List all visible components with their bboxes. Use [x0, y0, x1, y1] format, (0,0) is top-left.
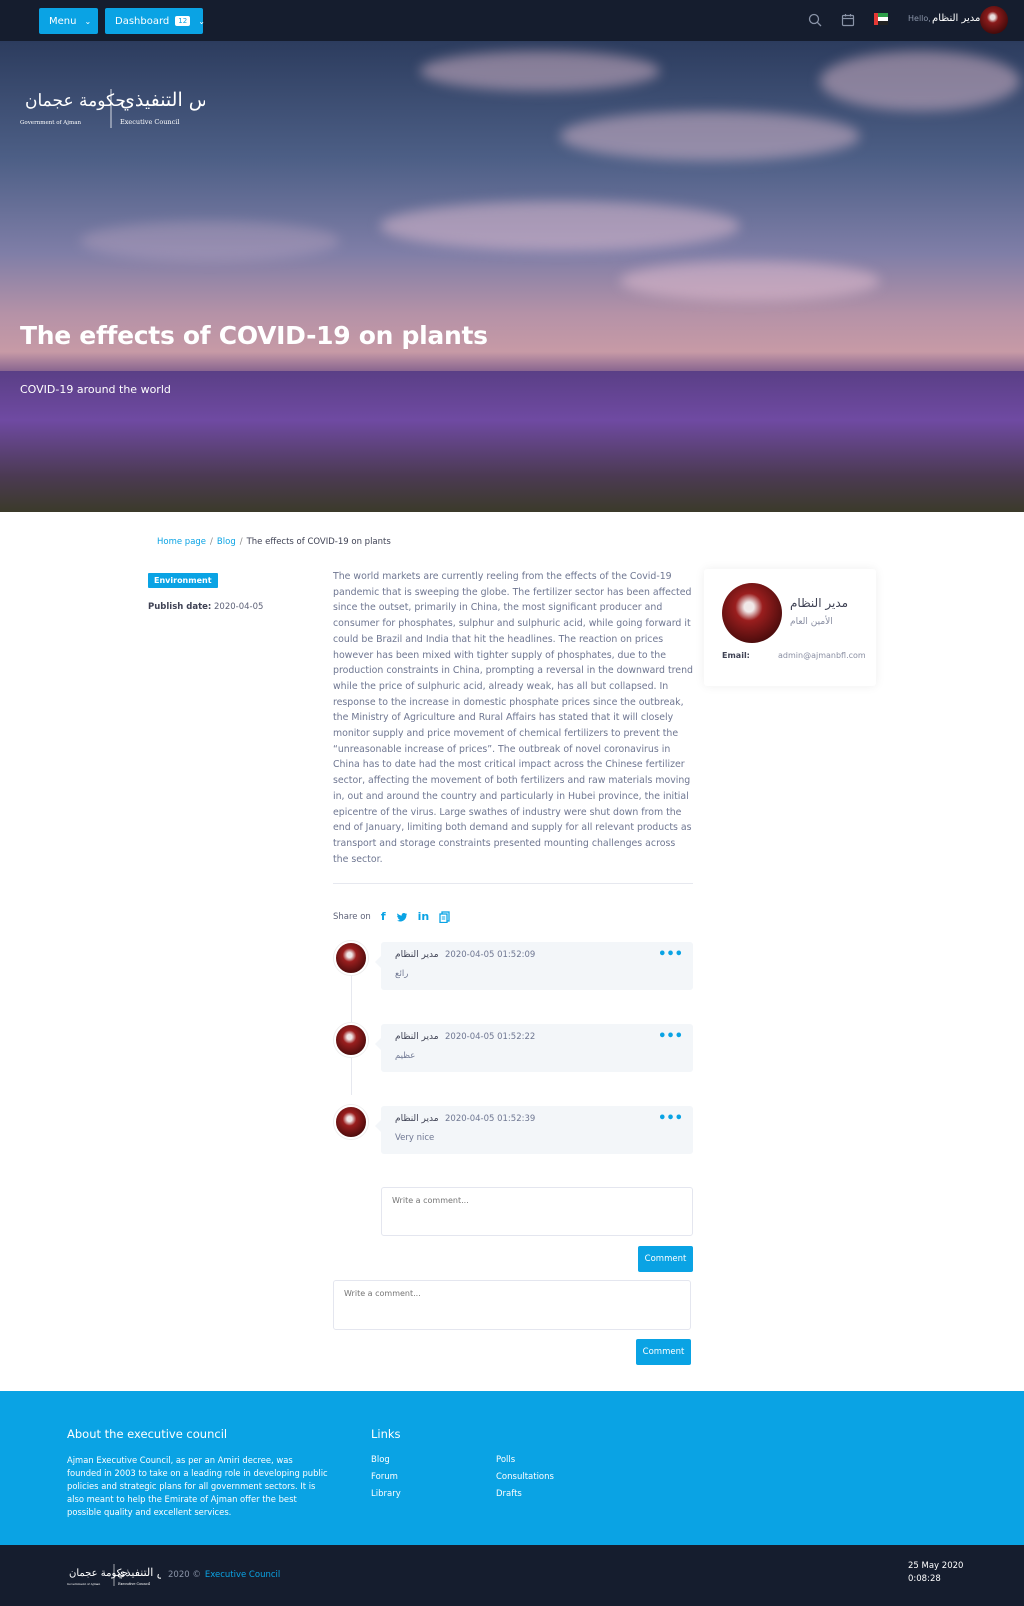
comment-text: رائع [395, 969, 409, 979]
publish-date-value: 2020-04-05 [214, 602, 264, 612]
footer-link-forum[interactable]: Forum [371, 1472, 398, 1482]
svg-text:Government of Ajman: Government of Ajman [67, 1582, 100, 1586]
footer-link-consultations[interactable]: Consultations [496, 1472, 554, 1482]
breadcrumb: Home page / Blog / The effects of COVID-19 o… [157, 537, 391, 547]
bottom-bar: المجلس التنفيذي Executive Council حكومة … [0, 1545, 1024, 1606]
chevron-down-icon: ⌄ [198, 16, 205, 26]
cloud [80, 221, 340, 261]
footer: About the executive council Ajman Execut… [0, 1391, 1024, 1545]
svg-text:المجلس التنفيذي: المجلس التنفيذي [120, 89, 205, 111]
footer-link-polls[interactable]: Polls [496, 1455, 515, 1465]
breadcrumb-separator: / [210, 537, 213, 547]
author-avatar [722, 583, 782, 643]
top-navbar: Menu ⌄ Dashboard 12 ⌄ Hello, مدير النظام [0, 0, 1024, 41]
reply-comment-button[interactable]: Comment [638, 1246, 693, 1272]
user-name[interactable]: مدير النظام [932, 13, 980, 24]
hero-banner: المجلس التنفيذي Executive Council حكومة … [0, 41, 1024, 512]
breadcrumb-blog-link[interactable]: Blog [217, 537, 236, 547]
comment-text: Very nice [395, 1133, 435, 1143]
cloud [380, 201, 740, 251]
comment-date: 2020-04-05 01:52:39 [445, 1114, 536, 1124]
svg-text:حكومة عجمان: حكومة عجمان [69, 1568, 128, 1579]
category-badge[interactable]: Environment [148, 573, 218, 588]
cloud [820, 51, 1020, 111]
svg-text:Government of Ajman: Government of Ajman [20, 120, 81, 126]
page-subtitle: COVID-19 around the world [20, 383, 171, 396]
svg-text:Executive Council: Executive Council [120, 118, 179, 126]
footer-links-title: Links [371, 1427, 401, 1441]
author-card: مدير النظام الأمين العام Email: admin@aj… [704, 569, 876, 686]
footer-time: 0:08:28 [908, 1574, 941, 1584]
footer-date: 25 May 2020 [908, 1561, 964, 1571]
dashboard-button[interactable]: Dashboard 12 ⌄ [105, 8, 205, 34]
breadcrumb-current: The effects of COVID-19 on plants [246, 537, 391, 547]
more-options-icon[interactable]: ••• [658, 947, 683, 962]
svg-text:Executive Council: Executive Council [118, 1582, 151, 1586]
publish-date: Publish date: 2020-04-05 [148, 602, 263, 612]
more-options-icon[interactable]: ••• [658, 1111, 683, 1126]
comment-text: عظيم [395, 1051, 416, 1061]
government-logo: المجلس التنفيذي Executive Council حكومة … [20, 89, 205, 128]
publish-date-label: Publish date: [148, 602, 212, 612]
author-name: مدير النظام [790, 596, 849, 610]
share-bar: Share on f in [333, 910, 450, 923]
email-label: Email: [722, 651, 750, 660]
page-title: The effects of COVID-19 on plants [20, 321, 488, 350]
menu-button[interactable]: Menu ⌄ [39, 8, 98, 34]
chevron-down-icon: ⌄ [84, 16, 92, 26]
reply-comment-input[interactable] [381, 1187, 693, 1236]
breadcrumb-separator: / [239, 537, 243, 547]
comment-item: مدير النظام 2020-04-05 01:52:09 رائع ••• [375, 942, 693, 990]
comment-avatar [334, 1023, 368, 1057]
comment-author: مدير النظام [395, 1114, 439, 1124]
comment-item: مدير النظام 2020-04-05 01:52:22 عظيم ••• [375, 1024, 693, 1072]
svg-text:حكومة عجمان: حكومة عجمان [25, 91, 126, 111]
comment-avatar [334, 1105, 368, 1139]
author-email[interactable]: admin@ajmanbfl.com [778, 651, 866, 660]
user-avatar[interactable] [980, 6, 1008, 34]
dashboard-count-badge: 12 [175, 16, 191, 26]
calendar-icon[interactable] [840, 12, 856, 28]
linkedin-icon[interactable]: in [418, 910, 430, 923]
menu-button-label: Menu [49, 15, 77, 27]
cloud [560, 111, 860, 161]
footer-about-title: About the executive council [67, 1427, 228, 1441]
hello-label: Hello, [908, 14, 931, 23]
cloud [420, 51, 660, 91]
footer-datetime: 25 May 2020 0:08:28 [908, 1560, 963, 1586]
cloud [620, 261, 880, 301]
footer-about-text: Ajman Executive Council, as per an Amiri… [67, 1455, 328, 1517]
article-body: The world markets are currently reeling … [333, 571, 693, 865]
comment-date: 2020-04-05 01:52:22 [445, 1032, 536, 1042]
divider [333, 883, 693, 884]
breadcrumb-home-link[interactable]: Home page [157, 537, 206, 547]
comment-button[interactable]: Comment [636, 1339, 691, 1365]
comment-avatar [334, 941, 368, 975]
search-icon[interactable] [807, 12, 823, 28]
footer-link-blog[interactable]: Blog [371, 1455, 390, 1465]
footer-link-drafts[interactable]: Drafts [496, 1489, 522, 1499]
more-options-icon[interactable]: ••• [658, 1029, 683, 1044]
uae-flag-icon[interactable] [874, 13, 888, 25]
comment-author: مدير النظام [395, 950, 439, 960]
comment-item: مدير النظام 2020-04-05 01:52:39 Very nic… [375, 1106, 693, 1154]
twitter-icon[interactable] [396, 911, 408, 923]
dashboard-button-label: Dashboard [115, 15, 170, 27]
comment-author: مدير النظام [395, 1032, 439, 1042]
comment-date: 2020-04-05 01:52:09 [445, 950, 536, 960]
facebook-icon[interactable]: f [381, 910, 386, 923]
author-role: الأمين العام [790, 617, 833, 627]
footer-logo: المجلس التنفيذي Executive Council حكومة … [67, 1564, 161, 1586]
copyright: 2020 © Executive Council [168, 1570, 280, 1580]
copy-link-icon[interactable] [439, 910, 450, 923]
comment-input[interactable] [333, 1280, 691, 1330]
copyright-text: 2020 © [168, 1570, 201, 1580]
share-label: Share on [333, 911, 371, 922]
footer-link-library[interactable]: Library [371, 1489, 401, 1499]
copyright-link[interactable]: Executive Council [205, 1570, 280, 1580]
